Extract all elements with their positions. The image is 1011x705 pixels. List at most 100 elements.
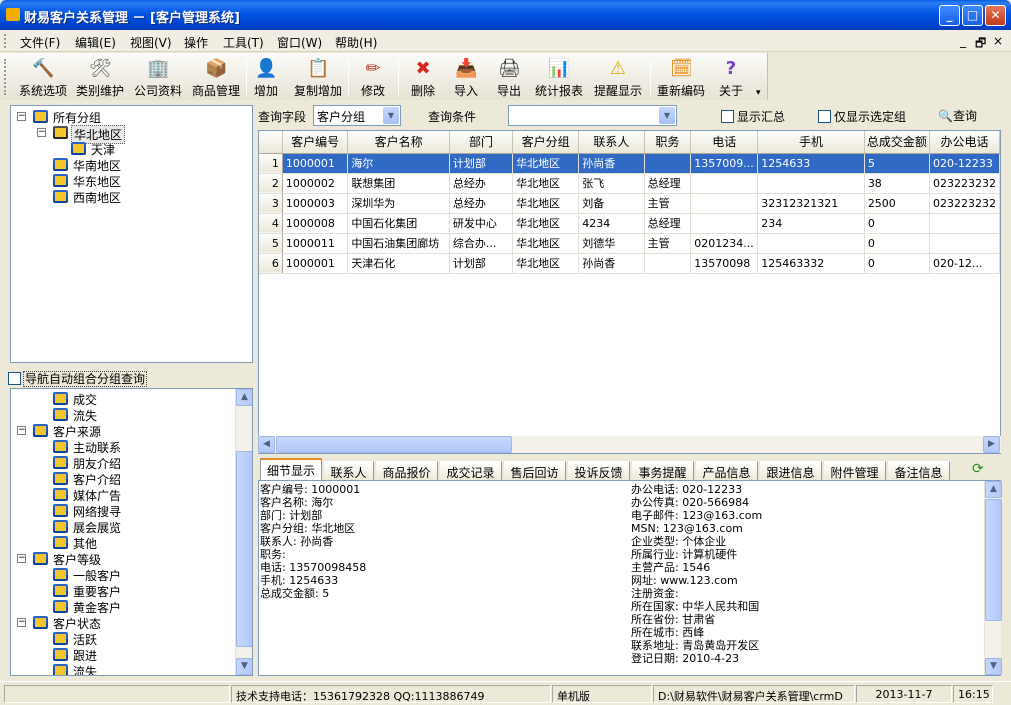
table-cell[interactable]: 1000002 [282, 173, 349, 194]
table-cell[interactable]: 孙尚香 [578, 153, 645, 174]
maximize-button[interactable]: □ [962, 5, 983, 26]
table-cell[interactable]: 研发中心 [449, 213, 514, 234]
stats-report-button[interactable]: 📊 统计报表 [533, 55, 585, 99]
checkbox-box[interactable] [8, 372, 21, 385]
table-cell[interactable]: 孙尚香 [578, 253, 645, 274]
row-number[interactable]: 2 [259, 173, 283, 194]
table-cell[interactable]: 总经办 [449, 173, 514, 194]
menu-tools[interactable]: 工具(T) [223, 34, 264, 51]
checkbox-box[interactable] [818, 110, 831, 123]
nav-node[interactable]: 展会展览 [53, 519, 143, 535]
category-maintain-button[interactable]: 🛠 类别维护 [75, 55, 125, 99]
table-cell[interactable]: 华北地区 [512, 213, 580, 234]
company-info-button[interactable]: 🏢 公司资料 [133, 55, 183, 99]
table-cell[interactable]: 2500 [864, 193, 930, 214]
collapse-icon[interactable]: − [37, 128, 46, 137]
nav-node[interactable]: 黄金客户 [53, 599, 143, 615]
table-cell[interactable]: 5 [864, 153, 930, 174]
table-cell[interactable] [644, 253, 692, 274]
table-cell[interactable]: 总经理 [644, 213, 692, 234]
table-row[interactable]: 5 1000011 中国石油集团廊坊 综合办... 华北地区 刘德华 主管 02… [259, 233, 1000, 254]
table-cell[interactable]: 张飞 [578, 173, 645, 194]
delete-button[interactable]: ✖ 删除 [408, 55, 438, 99]
table-cell[interactable] [757, 233, 865, 254]
table-cell[interactable] [929, 233, 1000, 254]
table-cell[interactable]: 刘备 [578, 193, 645, 214]
scroll-thumb[interactable] [985, 499, 1002, 621]
nav-auto-combine-checkbox[interactable]: 导航自动组合分组查询 [8, 370, 148, 387]
column-header[interactable]: 客户名称 [347, 131, 450, 154]
column-header[interactable]: 电话 [690, 131, 759, 154]
system-options-button[interactable]: 🔨 系统选项 [18, 55, 68, 99]
table-cell[interactable] [690, 213, 759, 234]
tree-node-all-groups[interactable]: − 所有分组 [17, 109, 137, 125]
reminder-button[interactable]: ⚠ 提醒显示 [592, 55, 644, 99]
table-row[interactable]: 6 1000001 天津石化 计划部 华北地区 孙尚香 13570098 125… [259, 253, 1000, 274]
scroll-thumb[interactable] [236, 451, 252, 647]
menu-operate[interactable]: 操作 [184, 34, 208, 51]
scroll-thumb[interactable] [276, 436, 512, 453]
nav-node[interactable]: 一般客户 [53, 567, 143, 583]
table-cell[interactable]: 0 [864, 253, 930, 274]
table-cell[interactable]: 1000003 [282, 193, 349, 214]
menu-view[interactable]: 视图(V) [130, 34, 172, 51]
recode-button[interactable]: 🗓 重新编码 [655, 55, 707, 99]
table-cell[interactable]: 主管 [644, 233, 692, 254]
product-manage-button[interactable]: 📦 商品管理 [190, 55, 242, 99]
nav-node[interactable]: 其他 [53, 535, 143, 551]
nav-tree-scrollbar[interactable]: ▲ ▼ [235, 389, 252, 675]
mdi-restore-button[interactable]: 🗗 [975, 34, 986, 55]
menu-file[interactable]: 文件(F) [20, 34, 60, 51]
table-cell[interactable]: 1000008 [282, 213, 349, 234]
only-selected-group-checkbox[interactable]: 仅显示选定组 [818, 108, 906, 125]
chevron-down-icon[interactable]: ▼ [383, 107, 399, 124]
table-row[interactable]: 1 1000001 海尔 计划部 华北地区 孙尚香 1357009... 125… [259, 153, 1000, 174]
column-header[interactable]: 手机 [757, 131, 865, 154]
nav-node[interactable]: 客户介绍 [53, 471, 143, 487]
column-header[interactable]: 客户编号 [282, 131, 349, 154]
table-cell[interactable] [929, 213, 1000, 234]
table-cell[interactable]: 38 [864, 173, 930, 194]
table-cell[interactable]: 125463332 [757, 253, 865, 274]
detail-scrollbar[interactable]: ▲ ▼ [984, 481, 1002, 675]
menu-window[interactable]: 窗口(W) [277, 34, 322, 51]
table-cell[interactable]: 华北地区 [512, 193, 580, 214]
nav-node[interactable]: 媒体广告 [53, 487, 143, 503]
table-cell[interactable]: 中国石油集团廊坊 [347, 233, 450, 254]
checkbox-box[interactable] [721, 110, 734, 123]
table-cell[interactable]: 1000001 [282, 253, 349, 274]
tab-reminders[interactable]: 事务提醒 [632, 461, 694, 480]
column-header[interactable]: 客户分组 [512, 131, 580, 154]
tab-deals[interactable]: 成交记录 [440, 461, 502, 480]
collapse-icon[interactable]: − [17, 554, 26, 563]
scroll-down-icon[interactable]: ▼ [236, 658, 252, 675]
nav-node-source[interactable]: − 客户来源 [17, 423, 117, 439]
nav-node[interactable]: 活跃 [53, 631, 143, 647]
column-header[interactable]: 办公电话 [929, 131, 1000, 154]
scroll-down-icon[interactable]: ▼ [985, 658, 1002, 675]
table-cell[interactable]: 0 [864, 213, 930, 234]
table-cell[interactable]: 中国石化集团 [347, 213, 450, 234]
table-cell[interactable] [757, 173, 865, 194]
row-number[interactable]: 1 [259, 153, 283, 174]
edit-button[interactable]: ✏ 修改 [358, 55, 388, 99]
collapse-icon[interactable]: − [17, 618, 26, 627]
row-number[interactable]: 3 [259, 193, 283, 214]
mdi-close-button[interactable]: × [993, 34, 1003, 48]
tree-node-xinan[interactable]: 西南地区 [53, 189, 143, 205]
scroll-left-icon[interactable]: ◀ [258, 436, 275, 453]
query-condition-select[interactable]: ▼ [508, 105, 677, 126]
chevron-down-icon[interactable]: ▼ [659, 107, 675, 124]
scroll-up-icon[interactable]: ▲ [236, 389, 252, 406]
table-cell[interactable]: 华北地区 [512, 173, 580, 194]
column-header[interactable]: 部门 [449, 131, 514, 154]
copy-add-button[interactable]: 📋 复制增加 [292, 55, 344, 99]
collapse-icon[interactable]: − [17, 112, 26, 121]
row-number[interactable]: 5 [259, 233, 283, 254]
tab-after-sales[interactable]: 售后回访 [504, 461, 566, 480]
menu-edit[interactable]: 编辑(E) [75, 34, 116, 51]
nav-node[interactable]: 重要客户 [53, 583, 143, 599]
table-cell[interactable]: 计划部 [449, 253, 514, 274]
table-cell[interactable] [690, 173, 759, 194]
tree-node-huanan[interactable]: 华南地区 [53, 157, 143, 173]
